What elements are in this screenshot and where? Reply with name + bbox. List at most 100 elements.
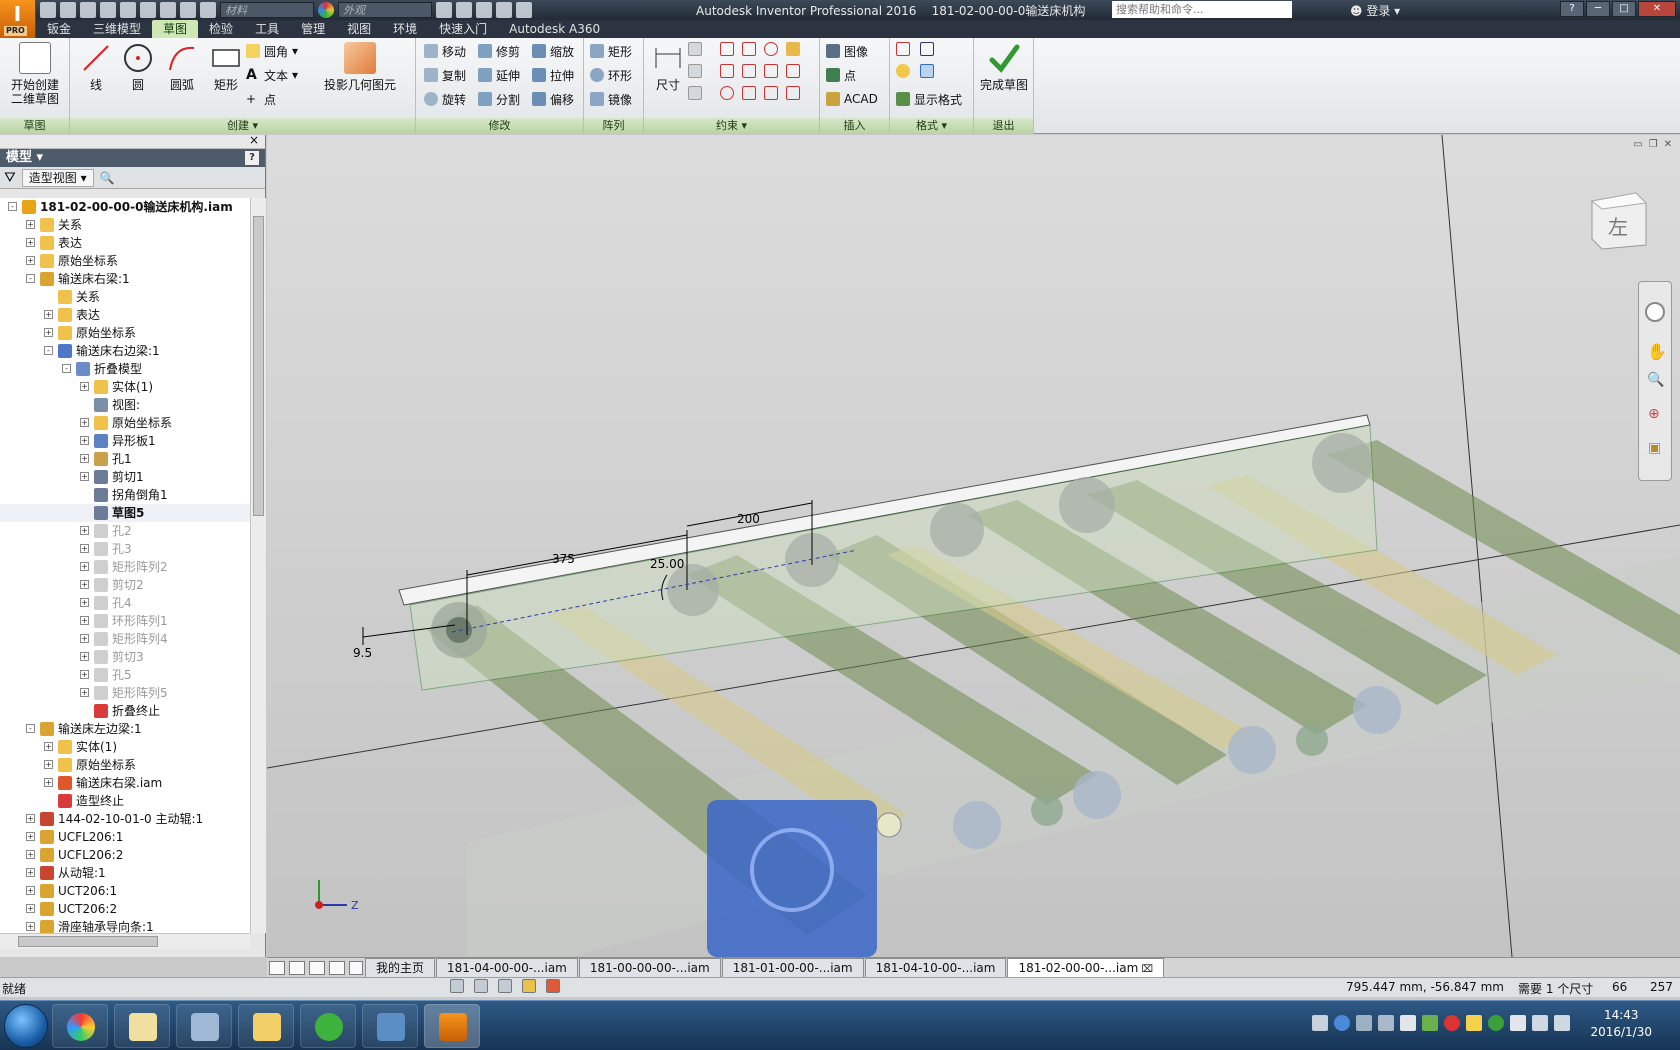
expand-icon[interactable]: + bbox=[80, 526, 89, 535]
expand-icon[interactable]: + bbox=[80, 616, 89, 625]
tab-6[interactable]: 视图 bbox=[336, 20, 382, 38]
expand-icon[interactable]: + bbox=[26, 922, 35, 931]
taskbar-app-calculator[interactable] bbox=[176, 1004, 232, 1048]
maximize-button[interactable]: □ bbox=[1612, 1, 1636, 17]
expand-icon[interactable]: + bbox=[26, 220, 35, 229]
antivirus-icon[interactable] bbox=[1444, 1015, 1460, 1031]
line-button[interactable]: 线 bbox=[76, 42, 116, 92]
expand-icon[interactable]: + bbox=[80, 688, 89, 697]
volume-icon[interactable] bbox=[1554, 1015, 1570, 1031]
browser-help-icon[interactable]: ? bbox=[245, 151, 259, 165]
tile-vertical-icon[interactable] bbox=[329, 961, 345, 975]
expand-icon[interactable]: + bbox=[26, 238, 35, 247]
dof-icon[interactable] bbox=[498, 979, 512, 993]
tab-3[interactable]: 检验 bbox=[198, 20, 244, 38]
model-canvas[interactable]: 375 200 25.00 9.5 Z bbox=[267, 135, 1680, 957]
material-combo[interactable]: 材料 bbox=[220, 2, 314, 18]
horizontal-constraint-icon[interactable] bbox=[764, 64, 778, 78]
expand-icon[interactable]: + bbox=[44, 742, 53, 751]
expand-icon[interactable]: + bbox=[26, 868, 35, 877]
tab-list-icon[interactable] bbox=[349, 961, 363, 975]
relax-icon[interactable] bbox=[546, 979, 560, 993]
taskbar-app-explorer[interactable] bbox=[238, 1004, 294, 1048]
tree-row[interactable]: 拐角倒角1 bbox=[0, 486, 250, 504]
rect-pattern-button[interactable]: 矩形 bbox=[590, 42, 632, 60]
select-icon[interactable] bbox=[180, 2, 196, 18]
close-button[interactable]: ✕ bbox=[1638, 1, 1676, 17]
cascade-icon[interactable] bbox=[269, 961, 285, 975]
tree-scroll-thumb[interactable] bbox=[253, 216, 264, 516]
tree-row[interactable]: - 折叠模型 bbox=[0, 360, 250, 378]
find-icon[interactable]: 🔍 bbox=[100, 171, 115, 185]
dimension-angle-25[interactable]: 25.00 bbox=[650, 557, 684, 571]
tree-row[interactable]: - 输送床右梁:1 bbox=[0, 270, 250, 288]
tree-row[interactable]: +144-02-10-01-0 主动辊:1 bbox=[0, 810, 250, 828]
expand-icon[interactable]: + bbox=[80, 580, 89, 589]
tree-row[interactable]: + 原始坐标系 bbox=[0, 252, 250, 270]
graphics-viewport[interactable]: ▭ ❐ ✕ 375 200 25.00 9.5 Z 左 ✋ 🔍 ⊕ ▣ bbox=[267, 135, 1680, 957]
concentric-constraint-icon[interactable] bbox=[764, 42, 778, 56]
document-tab-4[interactable]: 181-04-10-00-...iam bbox=[864, 958, 1007, 977]
tree-row[interactable]: + 矩形阵列4 bbox=[0, 630, 250, 648]
clear-appearance-icon[interactable] bbox=[436, 2, 452, 18]
expand-icon[interactable]: + bbox=[26, 814, 35, 823]
tree-row[interactable]: + 关系 bbox=[0, 216, 250, 234]
open-file-icon[interactable] bbox=[60, 2, 76, 18]
material-icon[interactable] bbox=[200, 2, 216, 18]
stretch-button[interactable]: 拉伸 bbox=[532, 66, 574, 84]
tree-row[interactable]: + 异形板1 bbox=[0, 432, 250, 450]
tree-row[interactable]: 视图: bbox=[0, 396, 250, 414]
collapse-icon[interactable]: - bbox=[62, 364, 71, 373]
browser-header[interactable]: 模型 ▾ ? bbox=[0, 149, 265, 167]
document-tab-5[interactable]: 181-02-00-00-...iam ⌧ bbox=[1007, 958, 1165, 977]
tree-row[interactable]: + 孔1 bbox=[0, 450, 250, 468]
tree-row[interactable]: + 输送床右梁.iam bbox=[0, 774, 250, 792]
point-button[interactable]: + 点 bbox=[246, 90, 276, 108]
document-tab-1[interactable]: 181-04-00-00-...iam bbox=[436, 958, 578, 977]
tab-5[interactable]: 管理 bbox=[290, 20, 336, 38]
collinear-constraint-icon[interactable] bbox=[742, 42, 756, 56]
start-button[interactable] bbox=[4, 1004, 48, 1048]
expand-icon[interactable]: + bbox=[26, 850, 35, 859]
rotate-button[interactable]: 旋转 bbox=[424, 90, 466, 108]
tree-row[interactable]: 折叠终止 bbox=[0, 702, 250, 720]
tree-row[interactable]: 草图5 bbox=[0, 504, 250, 522]
plus-icon[interactable] bbox=[496, 2, 512, 18]
appearance-icon[interactable] bbox=[318, 2, 334, 18]
expand-icon[interactable]: + bbox=[80, 652, 89, 661]
network-icon[interactable] bbox=[1532, 1015, 1548, 1031]
taskbar-app-photos[interactable] bbox=[362, 1004, 418, 1048]
save-icon[interactable] bbox=[80, 2, 96, 18]
tree-row[interactable]: + 孔3 bbox=[0, 540, 250, 558]
collapse-icon[interactable]: - bbox=[26, 724, 35, 733]
security-icon[interactable] bbox=[1422, 1015, 1438, 1031]
vertical-constraint-icon[interactable] bbox=[786, 64, 800, 78]
tree-row[interactable]: + UCFL206:2 bbox=[0, 846, 250, 864]
tree-row[interactable]: - 输送床左边梁:1 bbox=[0, 720, 250, 738]
text-button[interactable]: A 文本 ▾ bbox=[246, 66, 298, 84]
split-button[interactable]: 分割 bbox=[478, 90, 520, 108]
redo-icon[interactable] bbox=[120, 2, 136, 18]
tab-2[interactable]: 草图 bbox=[152, 20, 199, 38]
parallel-constraint-icon[interactable] bbox=[720, 64, 734, 78]
expand-icon[interactable]: + bbox=[80, 544, 89, 553]
tree-vertical-scrollbar[interactable] bbox=[250, 198, 266, 933]
dimension-9-5[interactable]: 9.5 bbox=[353, 646, 372, 660]
show-hidden-icon[interactable] bbox=[1378, 1015, 1394, 1031]
expand-icon[interactable]: + bbox=[80, 382, 89, 391]
action-center-icon[interactable] bbox=[1510, 1015, 1526, 1031]
taskbar-app-paint[interactable] bbox=[114, 1004, 170, 1048]
points-button[interactable]: 点 bbox=[826, 66, 856, 84]
tree-row[interactable]: + UCFL206:1 bbox=[0, 828, 250, 846]
tree-row[interactable]: + 滑座轴承导向条:1 bbox=[0, 918, 250, 933]
tree-row[interactable]: + 表达 bbox=[0, 234, 250, 252]
taskbar-clock[interactable]: 14:43 2016/1/30 bbox=[1590, 1007, 1652, 1041]
help-tray-icon[interactable] bbox=[1334, 1015, 1350, 1031]
relax-mode-icon[interactable] bbox=[688, 86, 702, 100]
orbit-icon[interactable]: ⊕ bbox=[1648, 406, 1660, 422]
perpendicular-constraint-icon[interactable] bbox=[742, 64, 756, 78]
tree-row[interactable]: + 剪切1 bbox=[0, 468, 250, 486]
help-search-input[interactable]: 搜索帮助和命令... bbox=[1112, 1, 1292, 18]
browser-view-combo[interactable]: 造型视图 ▾ bbox=[21, 168, 94, 187]
tree-row[interactable]: + 矩形阵列5 bbox=[0, 684, 250, 702]
